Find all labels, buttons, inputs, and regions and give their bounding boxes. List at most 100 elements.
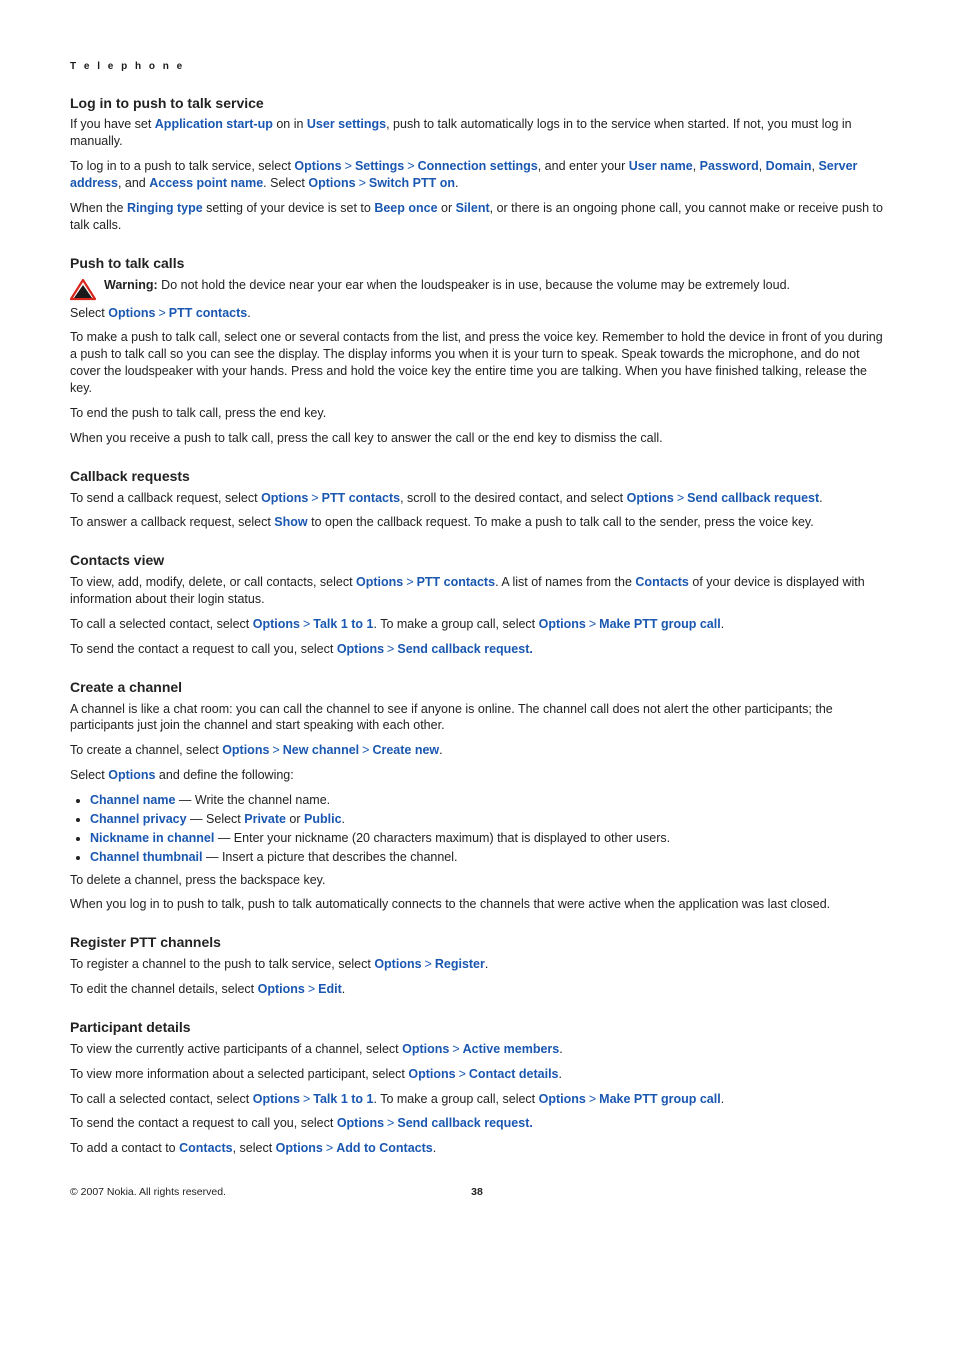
link-switch-ptt-on[interactable]: Switch PTT on (369, 176, 455, 190)
link-options[interactable]: Options (108, 768, 155, 782)
link-user-settings[interactable]: User settings (307, 117, 386, 131)
link-options[interactable]: Options (539, 1092, 586, 1106)
para: Select Options and define the following: (70, 767, 884, 784)
link-domain[interactable]: Domain (766, 159, 812, 173)
link-channel-name[interactable]: Channel name (90, 793, 175, 807)
chevron-right-icon: > (677, 491, 684, 505)
chevron-right-icon: > (303, 1092, 310, 1106)
para: To send the contact a request to call yo… (70, 1115, 884, 1132)
link-connection-settings[interactable]: Connection settings (418, 159, 538, 173)
chevron-right-icon: > (308, 982, 315, 996)
link-public[interactable]: Public (304, 812, 342, 826)
link-send-callback-request[interactable]: Send callback request. (397, 1116, 532, 1130)
link-app-startup[interactable]: Application start-up (155, 117, 273, 131)
link-new-channel[interactable]: New channel (283, 743, 359, 757)
para: To register a channel to the push to tal… (70, 956, 884, 973)
para: To call a selected contact, select Optio… (70, 616, 884, 633)
link-settings[interactable]: Settings (355, 159, 404, 173)
heading-login: Log in to push to talk service (70, 94, 884, 113)
chevron-right-icon: > (311, 491, 318, 505)
link-options[interactable]: Options (337, 642, 384, 656)
link-options[interactable]: Options (337, 1116, 384, 1130)
para: To view more information about a selecte… (70, 1066, 884, 1083)
link-options[interactable]: Options (276, 1141, 323, 1155)
link-options[interactable]: Options (222, 743, 269, 757)
para: If you have set Application start-up on … (70, 116, 884, 150)
link-password[interactable]: Password (700, 159, 759, 173)
link-ptt-contacts[interactable]: PTT contacts (322, 491, 401, 505)
link-options[interactable]: Options (253, 1092, 300, 1106)
channel-options-list: Channel name — Write the channel name. C… (70, 792, 884, 866)
chevron-right-icon: > (303, 617, 310, 631)
link-options[interactable]: Options (308, 176, 355, 190)
link-beep-once[interactable]: Beep once (374, 201, 437, 215)
link-options[interactable]: Options (356, 575, 403, 589)
list-item: Channel privacy — Select Private or Publ… (90, 811, 884, 828)
heading-create-channel: Create a channel (70, 678, 884, 697)
link-add-to-contacts[interactable]: Add to Contacts (336, 1141, 433, 1155)
para: To view the currently active participant… (70, 1041, 884, 1058)
para: To create a channel, select Options>New … (70, 742, 884, 759)
warning-row: Warning: Do not hold the device near you… (70, 277, 884, 301)
link-make-ptt-group-call[interactable]: Make PTT group call (599, 1092, 721, 1106)
chevron-right-icon: > (345, 159, 352, 173)
warning-icon (70, 279, 96, 301)
link-silent[interactable]: Silent (456, 201, 490, 215)
link-private[interactable]: Private (244, 812, 286, 826)
link-options[interactable]: Options (253, 617, 300, 631)
link-options[interactable]: Options (258, 982, 305, 996)
link-options[interactable]: Options (539, 617, 586, 631)
link-edit[interactable]: Edit (318, 982, 342, 996)
link-make-ptt-group-call[interactable]: Make PTT group call (599, 617, 721, 631)
link-contacts[interactable]: Contacts (635, 575, 688, 589)
link-send-callback-request[interactable]: Send callback request (687, 491, 819, 505)
para: To log in to a push to talk service, sel… (70, 158, 884, 192)
link-options[interactable]: Options (627, 491, 674, 505)
link-ptt-contacts[interactable]: PTT contacts (169, 306, 248, 320)
link-create-new[interactable]: Create new (372, 743, 439, 757)
link-options[interactable]: Options (402, 1042, 449, 1056)
warning-text: Warning: Do not hold the device near you… (104, 277, 884, 294)
link-options[interactable]: Options (408, 1067, 455, 1081)
link-active-members[interactable]: Active members (463, 1042, 560, 1056)
link-send-callback-request[interactable]: Send callback request. (397, 642, 532, 656)
para: To call a selected contact, select Optio… (70, 1091, 884, 1108)
chevron-right-icon: > (387, 642, 394, 656)
chevron-right-icon: > (425, 957, 432, 971)
link-contact-details[interactable]: Contact details (469, 1067, 559, 1081)
heading-ptt-calls: Push to talk calls (70, 254, 884, 273)
chevron-right-icon: > (452, 1042, 459, 1056)
link-contacts[interactable]: Contacts (179, 1141, 232, 1155)
link-options[interactable]: Options (294, 159, 341, 173)
link-show[interactable]: Show (274, 515, 307, 529)
para: To send the contact a request to call yo… (70, 641, 884, 658)
chevron-right-icon: > (362, 743, 369, 757)
link-channel-thumbnail[interactable]: Channel thumbnail (90, 850, 203, 864)
chevron-right-icon: > (158, 306, 165, 320)
link-access-point-name[interactable]: Access point name (149, 176, 263, 190)
warning-label: Warning: (104, 278, 161, 292)
link-nickname-in-channel[interactable]: Nickname in channel (90, 831, 214, 845)
link-talk-1-to-1[interactable]: Talk 1 to 1 (313, 1092, 373, 1106)
para: To view, add, modify, delete, or call co… (70, 574, 884, 608)
link-ringing-type[interactable]: Ringing type (127, 201, 203, 215)
chevron-right-icon: > (407, 159, 414, 173)
link-ptt-contacts[interactable]: PTT contacts (417, 575, 496, 589)
para: A channel is like a chat room: you can c… (70, 701, 884, 735)
link-register[interactable]: Register (435, 957, 485, 971)
para: Select Options>PTT contacts. (70, 305, 884, 322)
link-channel-privacy[interactable]: Channel privacy (90, 812, 187, 826)
running-header: T e l e p h o n e (70, 60, 884, 74)
chevron-right-icon: > (459, 1067, 466, 1081)
link-options[interactable]: Options (261, 491, 308, 505)
copyright: © 2007 Nokia. All rights reserved. (70, 1185, 226, 1199)
link-options[interactable]: Options (374, 957, 421, 971)
page-number: 38 (471, 1185, 483, 1199)
para: To end the push to talk call, press the … (70, 405, 884, 422)
link-talk-1-to-1[interactable]: Talk 1 to 1 (313, 617, 373, 631)
heading-contacts-view: Contacts view (70, 551, 884, 570)
chevron-right-icon: > (326, 1141, 333, 1155)
link-user-name[interactable]: User name (629, 159, 693, 173)
link-options[interactable]: Options (108, 306, 155, 320)
para: To send a callback request, select Optio… (70, 490, 884, 507)
